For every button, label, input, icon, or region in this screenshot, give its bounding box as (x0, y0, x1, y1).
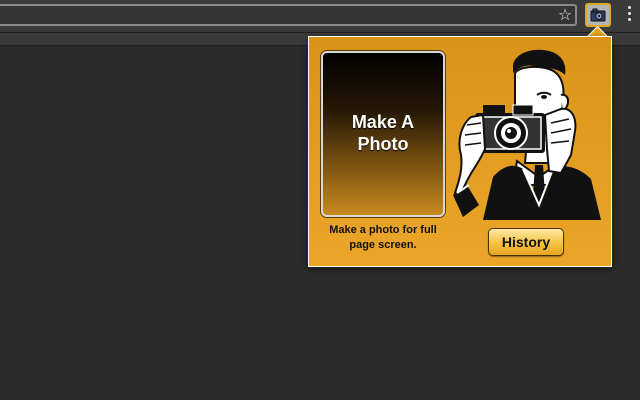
man-with-camera-illustration (453, 49, 601, 220)
kebab-menu-icon[interactable] (623, 6, 635, 26)
make-photo-label: Make A Photo (351, 112, 415, 154)
address-bar[interactable] (0, 4, 577, 26)
star-icon[interactable]: ☆ (556, 5, 574, 25)
history-button[interactable]: History (488, 228, 564, 256)
browser-toolbar: ☆ (0, 0, 640, 33)
extension-popup: Make A Photo Make a photo for full page … (308, 36, 612, 267)
camera-icon (590, 8, 606, 22)
make-photo-description: Make a photo for full page screen. (329, 224, 437, 251)
make-photo-button[interactable]: Make A Photo (321, 51, 445, 217)
screenshot-extension-button[interactable] (585, 3, 611, 27)
